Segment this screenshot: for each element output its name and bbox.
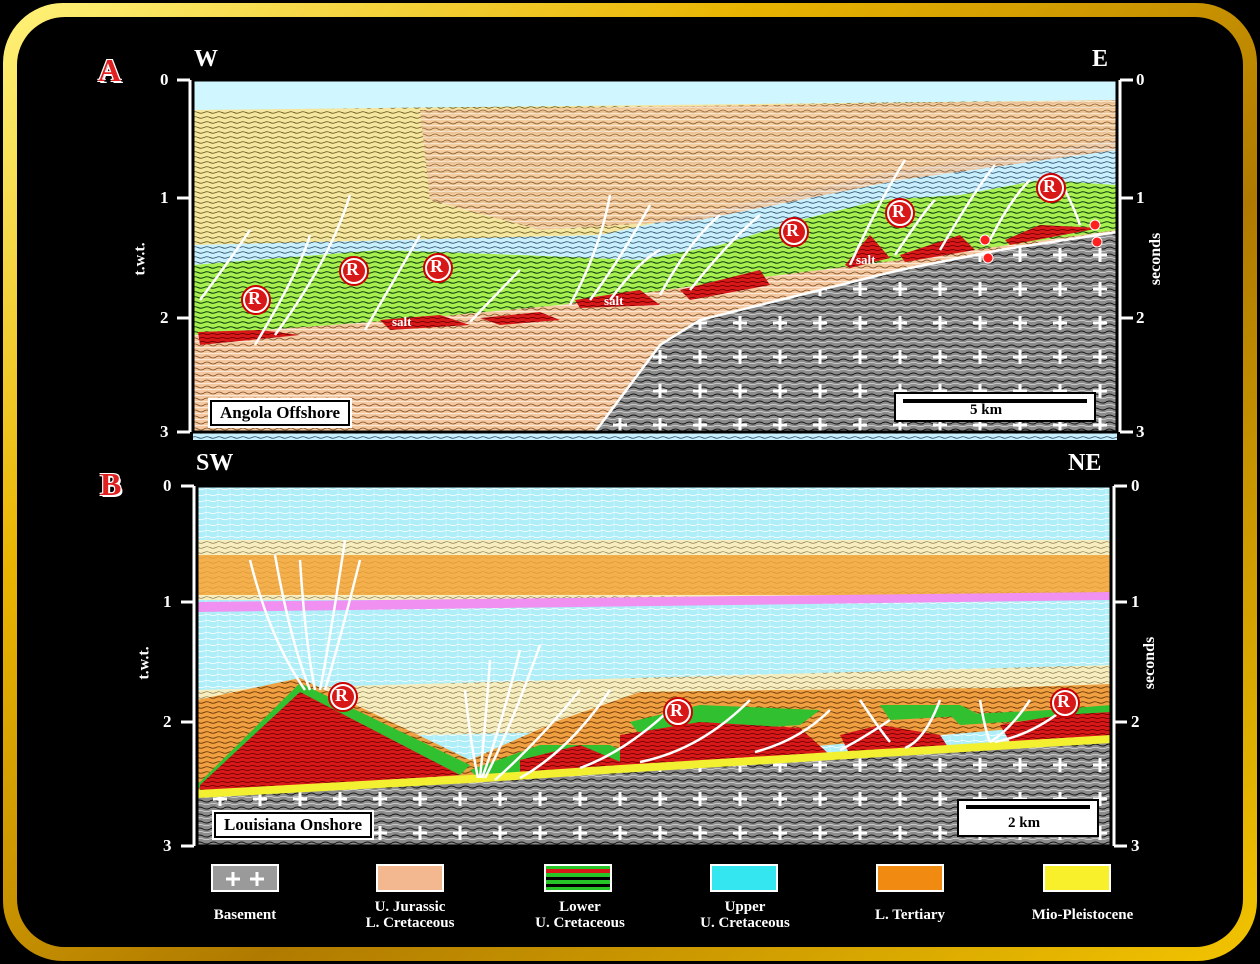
panel-a-right-direction: E — [1092, 46, 1109, 72]
panel-a-left-direction: W — [194, 46, 218, 72]
reservoir-marker: R — [1043, 176, 1056, 196]
panel-a-right-tick-1: 1 — [1136, 188, 1145, 207]
panel-a-left-tick-1: 1 — [160, 188, 169, 207]
legend-label-lower-u-cretaceous: Lower U. Cretaceous — [535, 899, 625, 931]
reservoir-marker: R — [248, 288, 261, 308]
panel-a-right-axis-label: seconds — [1147, 232, 1165, 286]
legend-label-basement: Basement — [213, 907, 277, 923]
panel-b-right-tick-3: 3 — [1131, 836, 1140, 855]
panel-b-left-tick-2: 2 — [163, 712, 172, 731]
legend-swatch-mio-pleistocene — [1043, 864, 1111, 892]
legend-swatch-lower-u-cretaceous — [544, 864, 612, 892]
panel-b-left-axis-label: t.w.t. — [135, 646, 153, 680]
panel-a-letter: A — [98, 52, 122, 88]
reservoir-marker: R — [430, 256, 443, 276]
panel-b-right-tick-0: 0 — [1131, 476, 1140, 495]
panel-b-right-axis-label: seconds — [1141, 636, 1159, 690]
legend-label-upper-u-cretaceous: Upper U. Cretaceous — [700, 899, 790, 931]
panel-b-left-tick-0: 0 — [163, 476, 172, 495]
legend-label-jurassic: U. Jurassic L. Cretaceous — [365, 899, 455, 931]
legend-swatch-upper-u-cretaceous — [710, 864, 778, 892]
panel-a-left-axis-label: t.w.t. — [131, 242, 149, 276]
panel-b-left-tick-1: 1 — [163, 592, 172, 611]
basement-cross-icon — [226, 872, 264, 886]
legend-label-l-tertiary: L. Tertiary — [875, 907, 945, 923]
panel-b-l-tertiary-top — [197, 555, 1111, 595]
reservoir-marker: R — [786, 220, 799, 240]
reservoir-marker: R — [670, 700, 683, 720]
reservoir-marker: R — [335, 685, 348, 705]
panel-a-right-tick-2: 2 — [1136, 308, 1145, 327]
salt-label: salt — [856, 252, 876, 267]
panel-b-right-direction: NE — [1068, 450, 1102, 476]
panel-b-section — [181, 484, 1127, 848]
panel-a-right-tick-3: 3 — [1136, 422, 1145, 441]
salt-label: salt — [604, 293, 624, 308]
panel-a-left-tick-2: 2 — [160, 308, 169, 327]
legend-swatch-basement — [211, 864, 279, 892]
reservoir-marker: R — [892, 201, 905, 221]
legend-swatch-jurassic — [376, 864, 444, 892]
panel-a-right-tick-0: 0 — [1136, 70, 1145, 89]
legend-label-mio-pleistocene: Mio-Pleistocene — [1031, 907, 1134, 923]
panel-b-left-tick-3: 3 — [163, 836, 172, 855]
panel-b-letter: B — [100, 466, 122, 502]
panel-b-left-direction: SW — [196, 450, 234, 476]
reservoir-marker: R — [346, 259, 359, 279]
panel-a-scale-label: 5 km — [970, 402, 1003, 418]
legend-swatch-l-tertiary — [876, 864, 944, 892]
panel-a-left-tick-3: 3 — [160, 422, 169, 441]
panel-b-right-tick-1: 1 — [1131, 592, 1140, 611]
panel-a-left-tick-0: 0 — [160, 70, 169, 89]
panel-b-right-tick-2: 2 — [1131, 712, 1140, 731]
panel-a-location-label: Angola Offshore — [210, 400, 351, 426]
salt-label: salt — [392, 314, 412, 329]
reservoir-marker: R — [1057, 691, 1070, 711]
panel-b-location-label: Louisiana Onshore — [214, 812, 373, 838]
panel-b-scale-label: 2 km — [1008, 815, 1041, 831]
